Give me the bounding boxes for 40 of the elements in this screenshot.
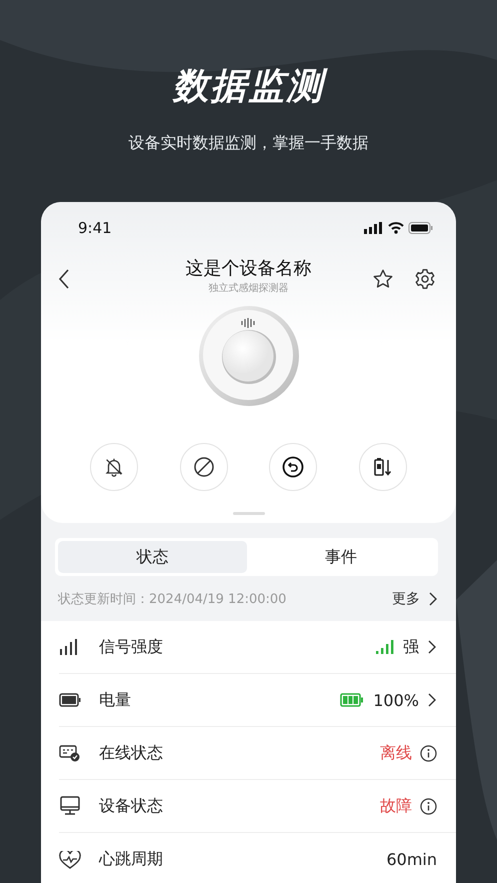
signal-bars-icon xyxy=(59,638,79,656)
info-icon[interactable] xyxy=(420,744,437,762)
update-time: 状态更新时间：2024/04/19 12:00:00 xyxy=(58,590,286,608)
monitor-icon xyxy=(59,796,81,816)
prohibited-icon xyxy=(192,455,216,479)
row-value: 故障 xyxy=(380,796,412,816)
status-icons-drawing xyxy=(364,221,434,235)
row-value: 离线 xyxy=(380,742,412,764)
info-icon[interactable] xyxy=(420,798,437,814)
device-subtitle: 独立式感烟探测器 xyxy=(208,282,288,296)
reset-button[interactable] xyxy=(269,443,318,491)
disable-button[interactable] xyxy=(180,443,228,491)
battery-swap-button[interactable] xyxy=(359,443,408,491)
battery-level-icon xyxy=(340,693,364,707)
row-label: 设备状态 xyxy=(99,796,164,816)
chevron-icon xyxy=(428,592,438,606)
status-time: 9:41 xyxy=(78,219,112,237)
battery-icon xyxy=(59,693,81,707)
row-label: 在线状态 xyxy=(99,742,164,764)
row-label: 心跳周期 xyxy=(99,849,164,870)
row-value: 60min xyxy=(386,850,437,869)
back-button[interactable] xyxy=(57,268,71,290)
mute-bell-button[interactable] xyxy=(90,443,138,491)
undo-circle-icon xyxy=(281,455,306,479)
chevron-icon[interactable] xyxy=(427,693,437,707)
more-link[interactable]: 更多 xyxy=(392,590,438,608)
chevron-icon[interactable] xyxy=(427,640,437,654)
favorite-star-icon[interactable] xyxy=(372,268,394,290)
row-label: 信号强度 xyxy=(99,636,164,658)
tab[interactable]: 状态 xyxy=(58,541,246,573)
drag-handle[interactable] xyxy=(232,512,264,515)
device-title: 这是个设备名称 xyxy=(186,257,312,281)
row-value: 100% xyxy=(373,690,419,710)
heart-pulse-icon xyxy=(59,850,81,868)
signal-strength-icon xyxy=(376,640,394,654)
promo-subtitle: 设备实时数据监测，掌握一手数据 xyxy=(128,132,368,154)
row-value: 强 xyxy=(403,636,419,658)
monitor-check-icon xyxy=(59,744,81,762)
settings-icon[interactable] xyxy=(414,268,436,290)
row-label: 电量 xyxy=(99,690,132,710)
